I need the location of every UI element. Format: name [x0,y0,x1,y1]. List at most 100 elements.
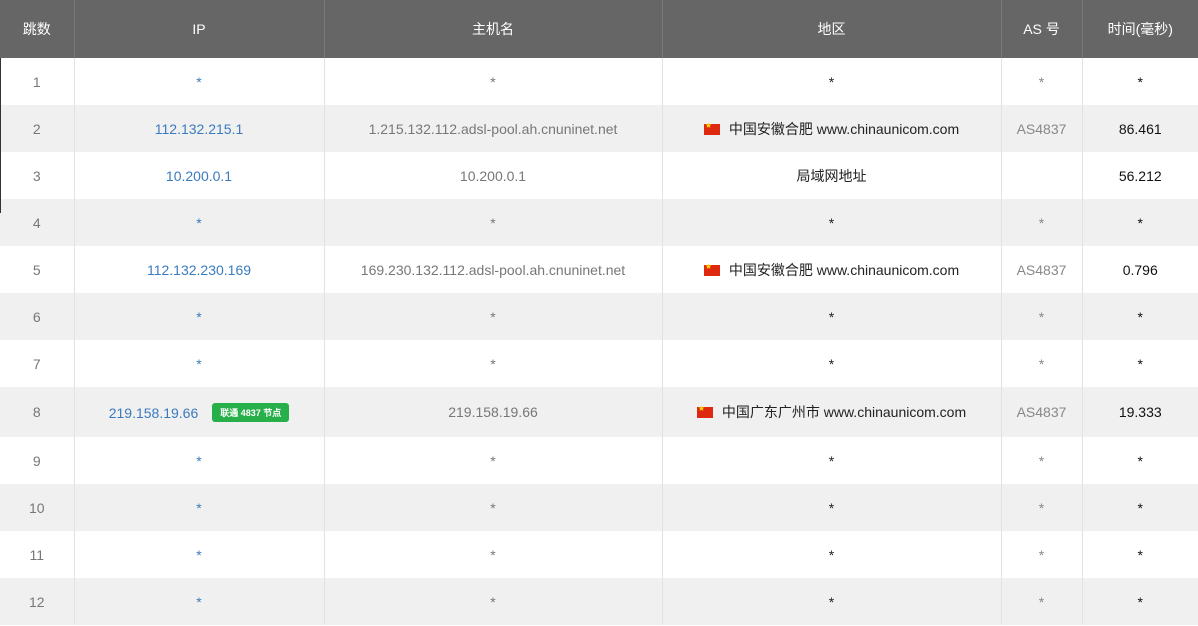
asn-cell: AS4837 [1001,105,1083,152]
time-cell: * [1137,214,1143,231]
table-row: 5 112.132.230.169 169.230.132.112.adsl-p… [0,246,1198,293]
region-cell: * [662,293,1002,340]
header-time: 时间(毫秒) [1082,0,1198,58]
time-cell: * [1137,546,1143,563]
table-row: 1 * * * * * [0,58,1198,105]
time-cell: * [1137,308,1143,325]
hop-cell: 10 [0,484,75,531]
time-cell: 86.461 [1118,120,1162,137]
asn-cell: * [1001,293,1083,340]
table-row: 10 * * * * * [0,484,1198,531]
region-cell: 局域网地址 [662,152,1002,199]
region-text: * [828,214,835,231]
header-ip: IP [74,0,325,58]
region-cell: 中国安徽合肥 www.chinaunicom.com [662,246,1002,293]
region-text: 中国广东广州市 www.chinaunicom.com [721,404,967,420]
ip-cell[interactable]: * [74,293,325,340]
table-row: 7 * * * * * [0,340,1198,387]
ip-cell[interactable]: * [74,437,325,484]
table-row: 4 * * * * * [0,199,1198,246]
table-row: 3 10.200.0.1 10.200.0.1 局域网地址 56.212 [0,152,1198,199]
hop-cell: 8 [0,387,75,437]
time-cell: * [1137,452,1143,469]
ip-cell[interactable]: * [74,531,325,578]
region-cell: * [662,578,1002,625]
hop-cell: 6 [0,293,75,340]
traceroute-table: 跳数 IP 主机名 地区 AS 号 时间(毫秒) 1 * * * * * 2 1… [0,0,1198,625]
hostname-cell: 1.215.132.112.adsl-pool.ah.cnuninet.net [324,105,663,152]
region-text: * [828,308,835,325]
hop-cell: 12 [0,578,75,625]
table-row: 11 * * * * * [0,531,1198,578]
ip-cell[interactable]: 10.200.0.1 [74,152,325,199]
asn-cell: * [1001,578,1083,625]
hostname-cell: * [324,340,663,387]
china-flag-icon [696,404,713,418]
asn-cell: * [1001,531,1083,578]
left-edge-line [0,58,1,213]
asn-cell: * [1001,437,1083,484]
header-hostname: 主机名 [324,0,663,58]
region-cell: * [662,58,1002,105]
ip-text[interactable]: 219.158.19.66 [109,405,199,421]
ip-cell[interactable]: 112.132.215.1 [74,105,325,152]
region-text: * [828,499,835,516]
time-cell: * [1137,355,1143,372]
region-cell: * [662,531,1002,578]
hostname-cell: 10.200.0.1 [324,152,663,199]
hop-cell: 2 [0,105,75,152]
asn-cell: * [1001,340,1083,387]
hostname-cell: * [324,293,663,340]
hostname-cell: * [324,484,663,531]
region-text: 中国安徽合肥 www.chinaunicom.com [728,120,960,137]
node-badge: 联通 4837 节点 [212,402,290,422]
region-cell: 中国广东广州市 www.chinaunicom.com [662,387,1002,437]
table-row: 6 * * * * * [0,293,1198,340]
header-asn: AS 号 [1001,0,1083,58]
table-row: 8 219.158.19.66 联通 4837 节点 219.158.19.66 … [0,387,1198,437]
time-cell: 0.796 [1122,261,1158,278]
hop-cell: 11 [0,531,75,578]
region-text: 中国安徽合肥 www.chinaunicom.com [728,261,960,278]
time-cell: * [1137,499,1143,516]
time-cell: * [1137,593,1143,610]
hostname-cell: 219.158.19.66 [324,387,663,437]
ip-cell[interactable]: * [74,58,325,105]
ip-cell[interactable]: * [74,340,325,387]
header-hop: 跳数 [0,0,75,58]
ip-cell[interactable]: 112.132.230.169 [74,246,325,293]
hostname-cell: * [324,199,663,246]
region-cell: * [662,340,1002,387]
region-text: 局域网地址 [796,167,867,184]
hop-cell: 4 [0,199,75,246]
time-cell: * [1137,73,1143,90]
ip-cell[interactable]: 219.158.19.66 联通 4837 节点 [74,387,325,437]
asn-cell: AS4837 [1001,387,1083,437]
region-cell: * [662,437,1002,484]
hostname-cell: * [324,578,663,625]
region-cell: 中国安徽合肥 www.chinaunicom.com [662,105,1002,152]
asn-cell: * [1001,484,1083,531]
hop-cell: 3 [0,152,75,199]
region-cell: * [662,484,1002,531]
table-row: 9 * * * * * [0,437,1198,484]
region-text: * [828,73,835,90]
region-text: * [828,593,835,610]
region-cell: * [662,199,1002,246]
hostname-cell: 169.230.132.112.adsl-pool.ah.cnuninet.ne… [324,246,663,293]
table-row: 12 * * * * * [0,578,1198,625]
hop-cell: 5 [0,246,75,293]
hop-cell: 1 [0,58,75,105]
ip-cell[interactable]: * [74,199,325,246]
hop-cell: 7 [0,340,75,387]
china-flag-icon [703,262,720,276]
table-header-row: 跳数 IP 主机名 地区 AS 号 时间(毫秒) [0,0,1198,58]
hostname-cell: * [324,531,663,578]
ip-cell[interactable]: * [74,578,325,625]
china-flag-icon [703,121,720,135]
table-row: 2 112.132.215.1 1.215.132.112.adsl-pool.… [0,105,1198,152]
asn-cell: * [1001,58,1083,105]
ip-cell[interactable]: * [74,484,325,531]
region-text: * [828,355,835,372]
region-text: * [828,546,835,563]
